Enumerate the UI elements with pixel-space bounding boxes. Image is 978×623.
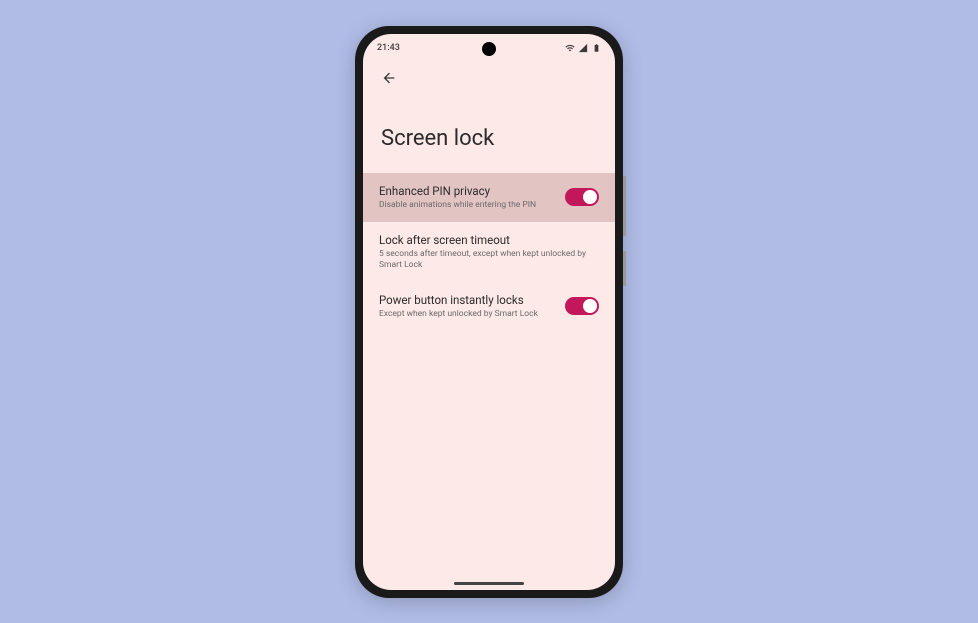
setting-text: Power button instantly locks Except when… xyxy=(379,293,557,320)
toggle-thumb xyxy=(583,190,597,204)
back-button[interactable] xyxy=(377,68,401,92)
phone-side-button xyxy=(623,251,626,286)
setting-enhanced-pin-privacy[interactable]: Enhanced PIN privacy Disable animations … xyxy=(363,173,615,222)
toggle-thumb xyxy=(583,299,597,313)
setting-title: Enhanced PIN privacy xyxy=(379,184,557,198)
battery-icon xyxy=(591,43,601,53)
back-arrow-icon xyxy=(381,70,397,90)
signal-icon xyxy=(578,43,588,53)
wifi-icon xyxy=(565,43,575,53)
toggle-power-button-locks[interactable] xyxy=(565,297,599,315)
setting-text: Enhanced PIN privacy Disable animations … xyxy=(379,184,557,211)
page-title: Screen lock xyxy=(363,98,615,173)
setting-title: Lock after screen timeout xyxy=(379,233,599,247)
setting-power-button-locks[interactable]: Power button instantly locks Except when… xyxy=(363,282,615,331)
setting-subtitle: Disable animations while entering the PI… xyxy=(379,200,557,211)
setting-title: Power button instantly locks xyxy=(379,293,557,307)
toggle-enhanced-pin-privacy[interactable] xyxy=(565,188,599,206)
status-time: 21:43 xyxy=(377,43,400,53)
setting-text: Lock after screen timeout 5 seconds afte… xyxy=(379,233,599,271)
navigation-bar-handle[interactable] xyxy=(454,582,524,585)
camera-notch xyxy=(482,42,496,56)
setting-lock-after-timeout[interactable]: Lock after screen timeout 5 seconds afte… xyxy=(363,222,615,282)
header-row xyxy=(363,58,615,98)
phone-screen: 21:43 Screen lock xyxy=(363,34,615,590)
setting-subtitle: Except when kept unlocked by Smart Lock xyxy=(379,309,557,320)
status-icons xyxy=(565,43,601,53)
setting-subtitle: 5 seconds after timeout, except when kep… xyxy=(379,249,599,271)
phone-side-button xyxy=(623,176,626,236)
phone-device-frame: 21:43 Screen lock xyxy=(355,26,623,598)
